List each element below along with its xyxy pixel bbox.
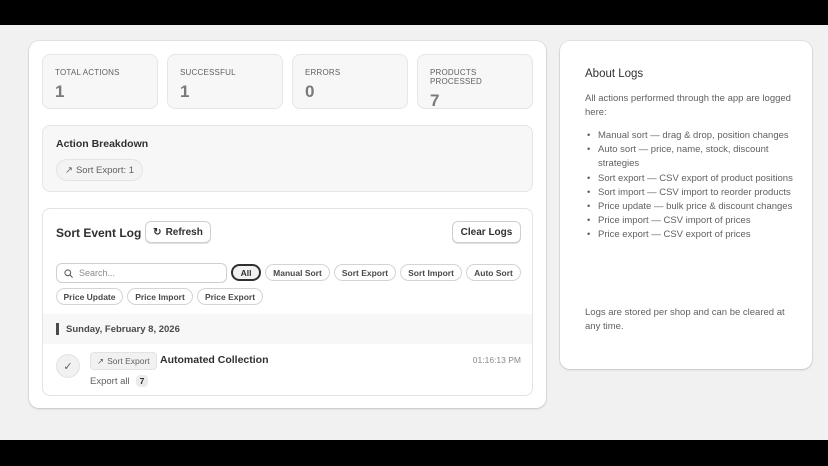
about-list-item: Price export — CSV export of prices	[585, 228, 800, 242]
breakdown-chip-label: Sort Export: 1	[75, 164, 135, 176]
stat-label: TOTAL ACTIONS	[55, 68, 120, 77]
date-group-header: Sunday, February 8, 2026	[43, 314, 532, 344]
event-detail-label: Export all	[90, 375, 130, 387]
arrow-up-right-icon: ↗	[97, 355, 105, 366]
filter-auto-sort[interactable]: Auto Sort	[466, 264, 521, 281]
stat-value: 7	[430, 91, 440, 110]
arrow-up-right-icon: ↗	[65, 164, 73, 176]
stat-successful: SUCCESSFUL 1	[167, 54, 283, 109]
event-count-badge: 7	[135, 375, 149, 387]
date-group-label: Sunday, February 8, 2026	[66, 323, 180, 335]
action-breakdown: Action Breakdown ↗ Sort Export: 1	[42, 125, 533, 192]
date-group-marker	[56, 323, 59, 335]
about-list-item: Auto sort — price, name, stock, discount…	[585, 143, 800, 171]
top-bar	[0, 0, 828, 25]
bottom-bar	[0, 440, 828, 466]
event-title: Automated Collection	[160, 354, 269, 366]
filter-sort-import[interactable]: Sort Import	[400, 264, 462, 281]
filter-price-update[interactable]: Price Update	[56, 288, 123, 305]
refresh-button[interactable]: ↻ Refresh	[145, 221, 211, 243]
event-time: 01:16:13 PM	[472, 355, 521, 365]
event-type-badge: ↗ Sort Export	[90, 352, 157, 370]
sort-event-log: Sort Event Log ↻ Refresh Clear Logs All …	[42, 208, 533, 396]
stat-products-processed: PRODUCTS PROCESSED 7	[417, 54, 533, 110]
log-title: Sort Event Log	[56, 226, 142, 240]
search-input[interactable]	[79, 268, 209, 278]
log-event-row[interactable]: ✓ ↗ Sort Export Automated Collection 01:…	[43, 344, 532, 395]
about-list-item: Price update — bulk price & discount cha…	[585, 200, 800, 214]
breakdown-title: Action Breakdown	[56, 138, 149, 150]
event-detail: Export all 7	[90, 375, 149, 387]
about-list-item: Price import — CSV import of prices	[585, 214, 800, 228]
search-field[interactable]	[56, 263, 227, 283]
filter-sort-export[interactable]: Sort Export	[334, 264, 396, 281]
about-list: Manual sort — drag & drop, position chan…	[585, 129, 800, 243]
stat-value: 0	[305, 82, 315, 101]
about-list-item: Sort import — CSV import to reorder prod…	[585, 186, 800, 200]
stat-value: 1	[55, 82, 65, 101]
filter-price-import[interactable]: Price Import	[127, 288, 193, 305]
stat-errors: ERRORS 0	[292, 54, 408, 109]
about-footer: Logs are stored per shop and can be clea…	[585, 307, 785, 332]
about-logs-panel: About Logs All actions performed through…	[560, 41, 812, 369]
refresh-icon: ↻	[153, 226, 162, 238]
refresh-label: Refresh	[165, 226, 203, 238]
breakdown-chip: ↗ Sort Export: 1	[56, 159, 144, 181]
clear-logs-label: Clear Logs	[460, 226, 513, 238]
search-icon	[64, 268, 73, 278]
filter-price-export[interactable]: Price Export	[197, 288, 263, 305]
stat-label: SUCCESSFUL	[180, 68, 236, 77]
stat-value: 1	[180, 82, 190, 101]
about-title: About Logs	[585, 68, 644, 80]
about-list-item: Sort export — CSV export of product posi…	[585, 172, 800, 186]
log-panel: TOTAL ACTIONS 1 SUCCESSFUL 1 ERRORS 0 PR…	[29, 41, 546, 408]
filter-manual-sort[interactable]: Manual Sort	[265, 264, 330, 281]
stat-total-actions: TOTAL ACTIONS 1	[42, 54, 158, 109]
about-list-item: Manual sort — drag & drop, position chan…	[585, 129, 800, 143]
event-type-label: Sort Export	[107, 356, 150, 366]
checkmark-icon: ✓	[56, 354, 80, 378]
about-intro: All actions performed through the app ar…	[585, 93, 791, 118]
filter-all[interactable]: All	[231, 264, 261, 281]
stat-label: PRODUCTS PROCESSED	[430, 68, 483, 86]
clear-logs-button[interactable]: Clear Logs	[452, 221, 521, 243]
stat-label: ERRORS	[305, 68, 341, 77]
